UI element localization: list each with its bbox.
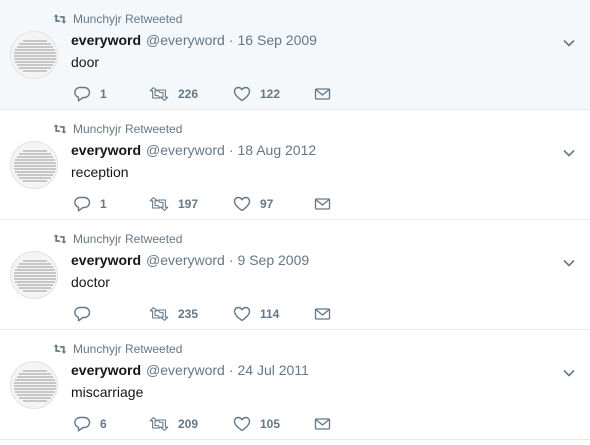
- chevron-down-icon[interactable]: [562, 256, 576, 270]
- reply-button[interactable]: 1: [73, 194, 107, 214]
- direct-message-button[interactable]: [314, 304, 331, 324]
- heart-icon: [233, 196, 251, 212]
- fullname[interactable]: everyword: [71, 252, 141, 268]
- tweet-header: everyword @everyword · 24 Jul 2011: [71, 362, 309, 378]
- like-count: 105: [260, 417, 281, 431]
- reply-icon: [73, 196, 91, 212]
- direct-message-button[interactable]: [314, 194, 331, 214]
- tweet-text: miscarriage: [71, 384, 144, 400]
- retweet-icon: [149, 306, 169, 322]
- tweet-actions: 6 209 105: [71, 414, 341, 434]
- tweet-text: reception: [71, 164, 129, 180]
- tweet-header: everyword @everyword · 9 Sep 2009: [71, 252, 309, 268]
- timestamp[interactable]: 18 Aug 2012: [238, 142, 317, 158]
- tweet-header: everyword @everyword · 16 Sep 2009: [71, 32, 317, 48]
- tweet-header: everyword @everyword · 18 Aug 2012: [71, 142, 316, 158]
- fullname[interactable]: everyword: [71, 32, 141, 48]
- retweet-icon: [149, 86, 169, 102]
- reply-count: 1: [100, 197, 107, 211]
- reply-icon: [73, 416, 91, 432]
- like-count: 97: [260, 197, 274, 211]
- retweet-context: Munchyjr Retweeted: [53, 341, 182, 357]
- timestamp[interactable]: 16 Sep 2009: [238, 32, 317, 48]
- retweet-context: Munchyjr Retweeted: [53, 231, 182, 247]
- retweet-button[interactable]: 226: [149, 84, 198, 104]
- username[interactable]: @everyword: [146, 32, 225, 48]
- separator: ·: [228, 32, 234, 48]
- retweet-icon: [53, 13, 67, 25]
- tweet-actions: 1 197 97: [71, 194, 341, 214]
- chevron-down-icon[interactable]: [562, 36, 576, 50]
- heart-icon: [233, 416, 251, 432]
- retweet-icon: [53, 123, 67, 135]
- retweet-count: 235: [178, 307, 199, 321]
- retweet-context: Munchyjr Retweeted: [53, 11, 182, 27]
- reply-button[interactable]: 6: [73, 414, 107, 434]
- username[interactable]: @everyword: [146, 252, 225, 268]
- heart-icon: [233, 86, 251, 102]
- tweet[interactable]: Munchyjr Retweeted everyword @everyword …: [0, 110, 590, 220]
- retweeted-by-label[interactable]: Munchyjr Retweeted: [73, 122, 182, 136]
- avatar[interactable]: [10, 31, 58, 79]
- envelope-icon: [314, 197, 331, 211]
- like-button[interactable]: 105: [233, 414, 280, 434]
- separator: ·: [228, 252, 234, 268]
- fullname[interactable]: everyword: [71, 142, 141, 158]
- chevron-down-icon[interactable]: [562, 366, 576, 380]
- retweeted-by-label[interactable]: Munchyjr Retweeted: [73, 12, 182, 26]
- tweet[interactable]: Munchyjr Retweeted everyword @everyword …: [0, 330, 590, 440]
- like-button[interactable]: 122: [233, 84, 280, 104]
- retweet-button[interactable]: 209: [149, 414, 198, 434]
- retweet-count: 209: [178, 417, 199, 431]
- retweet-count: 197: [178, 197, 199, 211]
- retweeted-by-label[interactable]: Munchyjr Retweeted: [73, 342, 182, 356]
- reply-count: 6: [100, 417, 107, 431]
- reply-icon: [73, 86, 91, 102]
- username[interactable]: @everyword: [146, 142, 225, 158]
- timeline: Munchyjr Retweeted everyword @everyword …: [0, 0, 590, 445]
- fullname[interactable]: everyword: [71, 362, 141, 378]
- tweet-actions: 1 226 122: [71, 84, 341, 104]
- avatar[interactable]: [10, 141, 58, 189]
- direct-message-button[interactable]: [314, 84, 331, 104]
- reply-icon: [73, 306, 91, 322]
- chevron-down-icon[interactable]: [562, 146, 576, 160]
- reply-button[interactable]: 1: [73, 84, 107, 104]
- tweet[interactable]: Munchyjr Retweeted everyword @everyword …: [0, 220, 590, 330]
- tweet-text: door: [71, 54, 100, 70]
- like-button[interactable]: 97: [233, 194, 273, 214]
- retweet-button[interactable]: 235: [149, 304, 198, 324]
- retweet-button[interactable]: 197: [149, 194, 198, 214]
- retweet-icon: [149, 196, 169, 212]
- avatar[interactable]: [10, 361, 58, 409]
- reply-count: 1: [100, 87, 107, 101]
- separator: ·: [228, 362, 234, 378]
- envelope-icon: [314, 307, 331, 321]
- retweet-context: Munchyjr Retweeted: [53, 121, 182, 137]
- heart-icon: [233, 306, 251, 322]
- username[interactable]: @everyword: [146, 362, 225, 378]
- envelope-icon: [314, 87, 331, 101]
- timestamp[interactable]: 24 Jul 2011: [238, 362, 309, 378]
- retweet-count: 226: [178, 87, 199, 101]
- retweet-icon: [149, 416, 169, 432]
- tweet[interactable]: Munchyjr Retweeted everyword @everyword …: [0, 0, 590, 110]
- retweet-icon: [53, 233, 67, 245]
- avatar[interactable]: [10, 251, 58, 299]
- like-button[interactable]: 114: [233, 304, 279, 324]
- separator: ·: [228, 142, 234, 158]
- like-count: 114: [260, 307, 280, 321]
- retweeted-by-label[interactable]: Munchyjr Retweeted: [73, 232, 182, 246]
- tweet-text: doctor: [71, 274, 110, 290]
- reply-button[interactable]: [73, 304, 100, 324]
- direct-message-button[interactable]: [314, 414, 331, 434]
- retweet-icon: [53, 343, 67, 355]
- timestamp[interactable]: 9 Sep 2009: [238, 252, 310, 268]
- like-count: 122: [260, 87, 281, 101]
- tweet-actions: 235 114: [71, 304, 341, 324]
- envelope-icon: [314, 417, 331, 431]
